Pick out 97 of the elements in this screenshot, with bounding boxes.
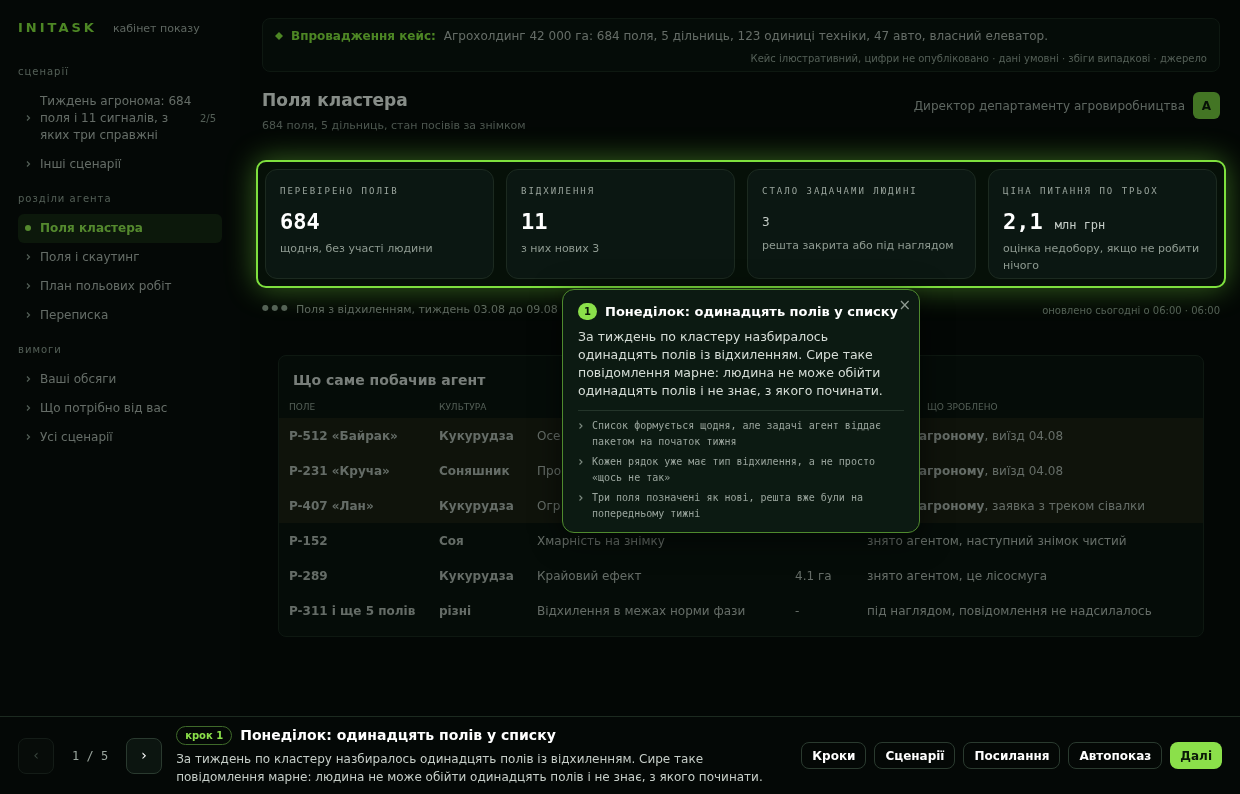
step-text: За тиждень по кластеру назбиралось одинадцять полів із відхиленням. Сире таке повідомлення марне: людина не може обійти одинадцять полів і не знає, з якого починати. xyxy=(176,751,764,786)
dot-icon xyxy=(24,224,32,232)
dots-icon: ● ● ● xyxy=(262,302,289,319)
table-cell: 4.1 га xyxy=(795,568,832,583)
chevron-icon xyxy=(24,282,32,290)
table-cell: Крайовий ефект xyxy=(537,568,642,583)
tour-button[interactable]: Сценарії xyxy=(874,742,956,769)
chevron-icon xyxy=(578,493,584,502)
chevron-icon xyxy=(24,311,32,319)
page-title: Поля кластера xyxy=(262,89,409,112)
table-cell: P-289 xyxy=(289,568,328,583)
column-header: КУЛЬТУРА xyxy=(439,401,487,412)
table-cell: Соя xyxy=(439,533,464,548)
table-cell: Про xyxy=(537,463,561,478)
stat-label: ВІДХИЛЕННЯ xyxy=(521,185,597,198)
table-cell: Огр xyxy=(537,498,561,513)
sidebar-item[interactable]: Поля і скаутинг xyxy=(18,242,222,272)
chevron-icon xyxy=(578,421,584,430)
banner-text: Агрохолдинг 42 000 га: 684 поля, 5 дільниць, 123 одиниці техніки, 47 авто, власний елеватор. xyxy=(443,28,1049,45)
table-cell: знято агентом, це лісосмуга xyxy=(867,568,1048,583)
step-number: 1 xyxy=(578,303,597,321)
table-cell: P-512 «Байрак» xyxy=(289,428,398,443)
stat-value: 684 xyxy=(280,207,320,236)
tour-button[interactable]: Посилання xyxy=(963,742,1061,769)
sidebar-item[interactable]: Поля кластера xyxy=(18,213,222,243)
diamond-icon xyxy=(275,32,283,40)
close-button[interactable]: × xyxy=(898,294,911,317)
table-cell: P-152 xyxy=(289,533,328,548)
table-cell: агроному, виїзд 04.08 xyxy=(919,463,1064,478)
table-cell: Відхилення в межах норми фази xyxy=(537,603,746,618)
step-title: Понеділок: одинадцять полів у списку xyxy=(240,726,556,745)
table-cell: агроному, виїзд 04.08 xyxy=(919,428,1064,443)
user-role: Директор департаменту агровиробництва xyxy=(913,97,1185,115)
table-cell: агроному, заявка з треком сівалки xyxy=(919,498,1146,513)
column-header: ПОЛЕ xyxy=(289,401,316,412)
popover-title: Понеділок: одинадцять полів у списку xyxy=(605,304,899,321)
table-cell: P-231 «Круча» xyxy=(289,463,390,478)
chevron-icon xyxy=(24,253,32,261)
stat-note: щодня, без участі людини xyxy=(280,240,434,257)
tour-button[interactable]: Автопоказ xyxy=(1068,742,1163,769)
tour-button[interactable]: Кроки xyxy=(801,742,867,769)
stat-label: ЦІНА ПИТАННЯ ПО ТРЬОХ xyxy=(1003,185,1160,198)
table-cell: різні xyxy=(439,603,472,618)
table-cell: P-407 «Лан» xyxy=(289,498,374,513)
chevron-icon xyxy=(24,433,32,441)
logo: INITASK xyxy=(18,19,97,37)
section-title: вимоги xyxy=(18,342,63,357)
chevron-icon xyxy=(24,375,32,383)
step-counter: 1 / 5 xyxy=(72,747,109,765)
chevron-icon xyxy=(24,404,32,412)
column-header: ЩО ЗРОБЛЕНО xyxy=(927,401,998,412)
table-cell: знято агентом, наступний знімок чистий xyxy=(867,533,1127,548)
sidebar-item[interactable]: Ваші обсяги xyxy=(18,364,222,394)
sidebar-item[interactable]: Переписка xyxy=(18,300,222,330)
stat-note: оцінка недобору, якщо не робити нічого xyxy=(1003,240,1201,274)
chevron-icon xyxy=(578,457,584,466)
table-cell: Кукурудза xyxy=(439,428,514,443)
table-cell: - xyxy=(795,603,800,618)
list-meta: оновлено сьогодні о 06:00 · 06:00 xyxy=(1042,303,1220,318)
tour-button[interactable]: Далі xyxy=(1170,742,1222,769)
popover-note: Кожен рядок уже має тип відхилення, а не просто «щось не так» xyxy=(592,454,876,485)
list-caption: Поля з відхиленням, тиждень 03.08 до 09.08 xyxy=(296,302,558,318)
table-cell: під наглядом, повідомлення не надсилалось xyxy=(867,603,1152,618)
sidebar-item[interactable]: Усі сценарії xyxy=(18,422,222,452)
section-title: сценарії xyxy=(18,64,71,79)
stat-note: решта закрита або під наглядом xyxy=(762,237,955,254)
chevron-icon xyxy=(24,160,32,168)
section-title: розділи агента xyxy=(18,191,113,206)
stat-note: з них нових 3 xyxy=(521,240,601,257)
banner-label: Впровадження кейс: xyxy=(291,28,436,45)
table-cell: Кукурудза xyxy=(439,568,514,583)
banner-note: Кейс ілюстративний, цифри не опубліковано · дані умовні · збіги випадкові · джерело xyxy=(750,52,1207,66)
table-cell: P-311 і ще 5 полів xyxy=(289,603,416,618)
next-button[interactable]: › xyxy=(126,737,163,774)
page-subtitle: 684 поля, 5 дільниць, стан посівів за знімком xyxy=(262,117,526,134)
sidebar-subtitle: кабінет показу xyxy=(112,21,200,37)
stat-value: 3 xyxy=(762,213,770,231)
stat-value: 2,1 xyxy=(1003,207,1043,236)
avatar: А xyxy=(1193,92,1220,119)
popover-note: Список формується щодня, але задачі агент віддає пакетом на початок тижня xyxy=(592,418,882,449)
table-cell: Хмарність на знімку xyxy=(537,533,665,548)
table-cell: Осе xyxy=(537,428,561,443)
sidebar-item[interactable]: Тиждень агронома: 684 поля і 11 сигналів, з яких три справжні 2/5 xyxy=(18,86,222,150)
stat-unit: млн грн xyxy=(1054,216,1106,234)
sidebar-item[interactable]: План польових робіт xyxy=(18,271,222,301)
stat-value: 11 xyxy=(521,207,548,236)
sidebar-item[interactable]: Інші сценарії xyxy=(18,149,222,179)
stat-label: ПЕРЕВІРЕНО ПОЛІВ xyxy=(280,185,400,198)
popover-note: Три поля позначені як нові, решта вже були на попередньому тижні xyxy=(592,490,864,521)
chevron-icon xyxy=(24,114,32,122)
table-title: Що саме побачив агент xyxy=(293,370,486,390)
sidebar-item[interactable]: Що потрібно від вас xyxy=(18,393,222,423)
table-cell: Соняшник xyxy=(439,463,510,478)
count-label: 2/5 xyxy=(199,111,216,126)
popover-text: За тиждень по кластеру назбиралось одинадцять полів із відхиленням. Сире таке повідомлення марне: людина не може обійти одинадцять полів і не знає, з якого починати. xyxy=(578,327,904,411)
stat-label: СТАЛО ЗАДАЧАМИ ЛЮДИНІ xyxy=(762,185,919,198)
table-cell: Кукурудза xyxy=(439,498,514,513)
